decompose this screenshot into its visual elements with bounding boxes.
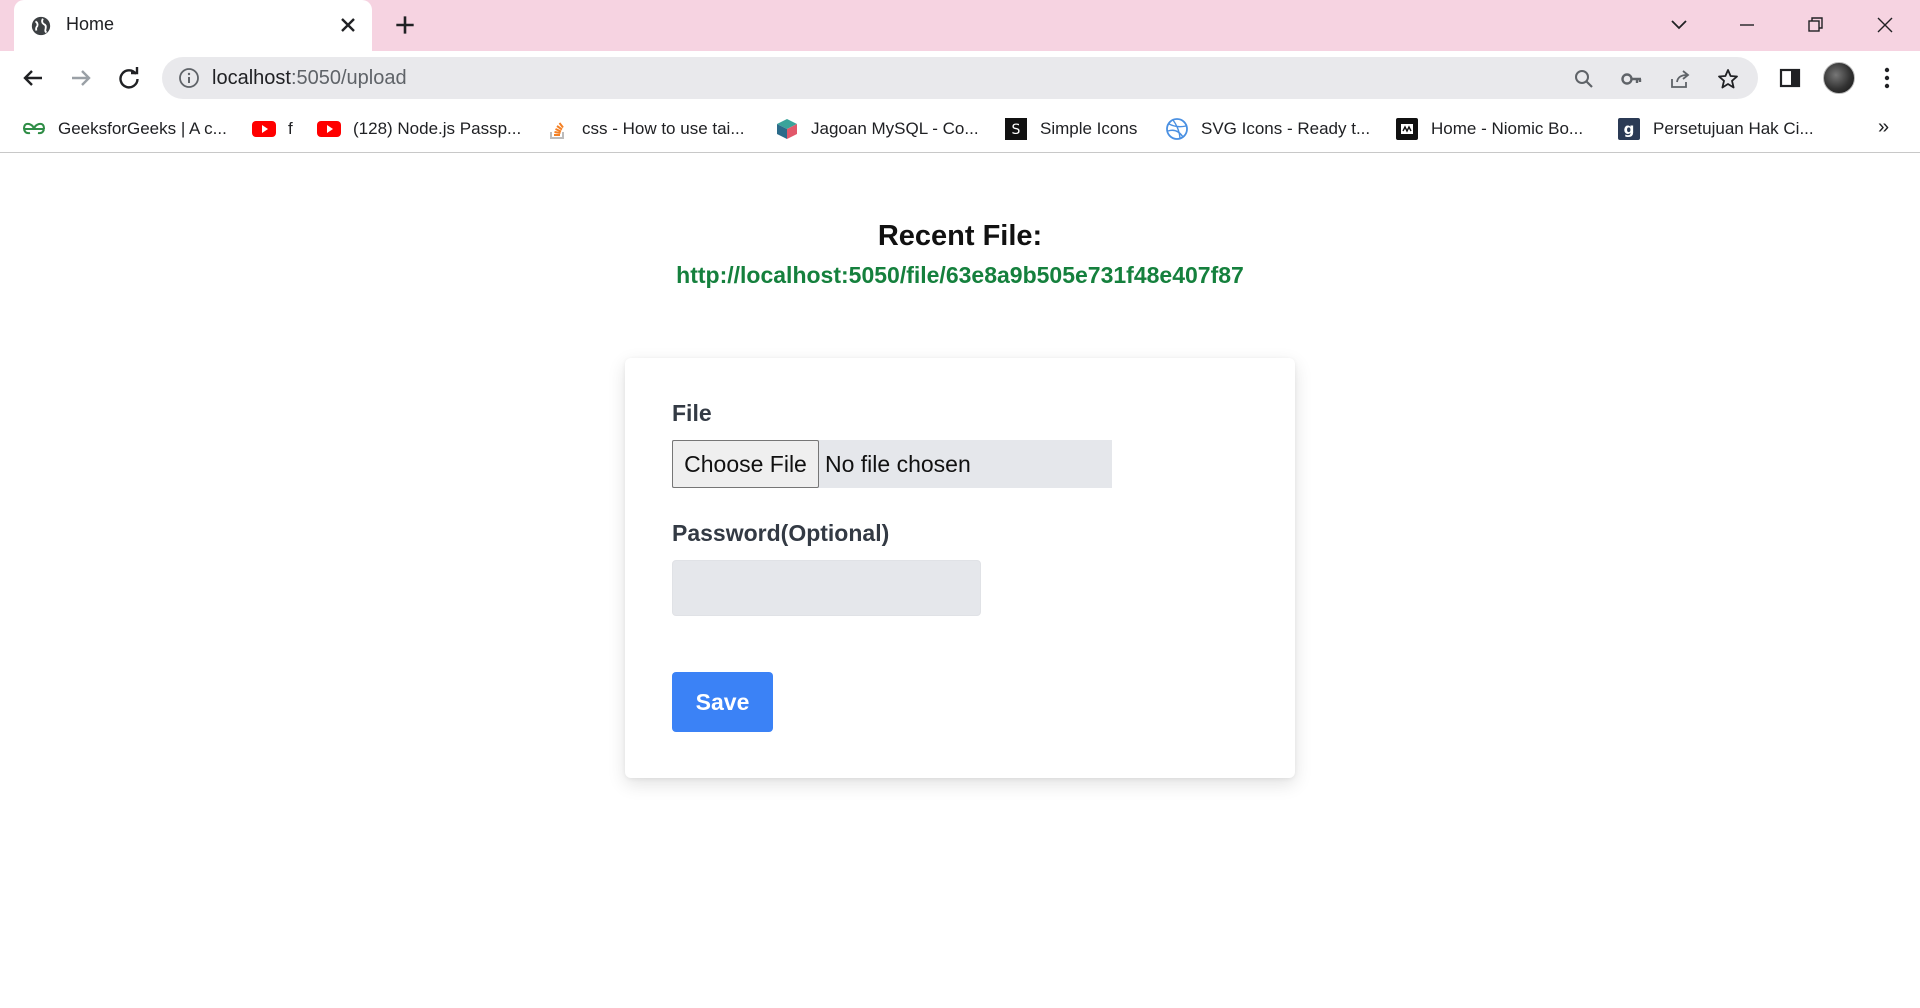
key-icon[interactable] [1620, 67, 1644, 91]
bookmark-label: f [288, 119, 293, 138]
svg-text:S: S [1012, 122, 1021, 138]
file-label: File [672, 400, 712, 426]
simpleicons-icon: S [1005, 118, 1027, 140]
reload-icon[interactable] [114, 63, 144, 93]
bookmark-label: GeeksforGeeks | A c... [58, 119, 227, 138]
bookmarks-overflow-chevron-icon[interactable]: » [1878, 116, 1889, 139]
bookmark-css-stackoverflow[interactable]: css - How to use tai... [546, 115, 745, 143]
tab-search-icon[interactable] [1664, 10, 1694, 40]
browser-tab[interactable]: Home [14, 0, 372, 51]
close-window-icon[interactable] [1870, 10, 1900, 40]
bookmark-label: Home - Niomic Bo... [1431, 119, 1584, 138]
tab-title: Home [66, 14, 115, 34]
g-icon: g [1618, 118, 1640, 140]
bookmark-label: (128) Node.js Passp... [353, 119, 522, 138]
youtube-icon [252, 121, 276, 137]
password-input[interactable] [672, 560, 981, 616]
page-content: Recent File: http://localhost:5050/file/… [0, 154, 1920, 1008]
close-tab-icon[interactable] [336, 13, 360, 37]
dribbble-icon [1166, 118, 1188, 140]
bookmark-simple-icons[interactable]: S Simple Icons [1004, 115, 1137, 143]
share-icon[interactable] [1668, 67, 1692, 91]
password-label: Password(Optional) [672, 520, 890, 546]
forward-icon[interactable] [66, 63, 96, 93]
url-text[interactable]: localhost:5050/upload [212, 67, 407, 90]
niomic-icon [1396, 118, 1418, 140]
url-path: :5050/upload [290, 67, 407, 89]
svg-text:g: g [1624, 120, 1635, 138]
url-host: localhost [212, 67, 291, 89]
recent-file-heading: Recent File: [877, 220, 1043, 252]
stackoverflow-icon [550, 122, 564, 139]
no-file-chosen-text: No file chosen [825, 451, 971, 477]
bookmark-geeksforgeeks[interactable]: GeeksforGeeks | A c... [22, 115, 227, 143]
new-tab-icon[interactable] [392, 12, 418, 38]
profile-avatar[interactable] [1823, 62, 1855, 94]
youtube-icon [317, 121, 341, 137]
bookmark-star-icon[interactable] [1716, 67, 1740, 91]
bookmark-label: Simple Icons [1040, 119, 1138, 138]
bookmark-youtube-f[interactable]: f [252, 115, 293, 143]
gfg-icon [23, 122, 45, 135]
upload-form-card: File Choose File No file chosen Password… [625, 358, 1295, 778]
file-input[interactable]: Choose File No file chosen [672, 440, 1112, 488]
bookmark-persetujuan[interactable]: g Persetujuan Hak Ci... [1617, 115, 1814, 143]
choose-file-button[interactable]: Choose File [672, 440, 819, 488]
bookmark-label: css - How to use tai... [582, 119, 745, 138]
restore-icon[interactable] [1800, 10, 1830, 40]
bookmark-jagoan-mysql[interactable]: Jagoan MySQL - Co... [775, 115, 979, 143]
bookmark-label: SVG Icons - Ready t... [1201, 119, 1371, 138]
bookmark-label: Persetujuan Hak Ci... [1653, 119, 1814, 138]
bookmark-niomic[interactable]: Home - Niomic Bo... [1395, 115, 1583, 143]
search-icon[interactable] [1572, 67, 1596, 91]
tab-strip: Home [0, 0, 1920, 51]
bookmarks-bar: GeeksforGeeks | A c... f (128) Node.js P… [0, 104, 1920, 153]
bookmark-nodejs-passport[interactable]: (128) Node.js Passp... [317, 115, 521, 143]
bookmark-label: Jagoan MySQL - Co... [811, 119, 979, 138]
menu-dots-icon[interactable] [1873, 64, 1901, 92]
back-icon[interactable] [18, 63, 48, 93]
bookmark-svg-icons[interactable]: SVG Icons - Ready t... [1165, 115, 1370, 143]
cube-icon [777, 119, 797, 139]
browser-toolbar: localhost:5050/upload [0, 51, 1920, 104]
site-info-icon[interactable] [178, 67, 200, 89]
save-button[interactable]: Save [672, 672, 773, 732]
side-panel-icon[interactable] [1776, 64, 1804, 92]
recent-file-link[interactable]: http://localhost:5050/file/63e8a9b505e73… [0, 262, 1920, 289]
address-bar[interactable]: localhost:5050/upload [162, 57, 1758, 99]
minimize-icon[interactable] [1732, 10, 1762, 40]
globe-icon [31, 16, 51, 36]
